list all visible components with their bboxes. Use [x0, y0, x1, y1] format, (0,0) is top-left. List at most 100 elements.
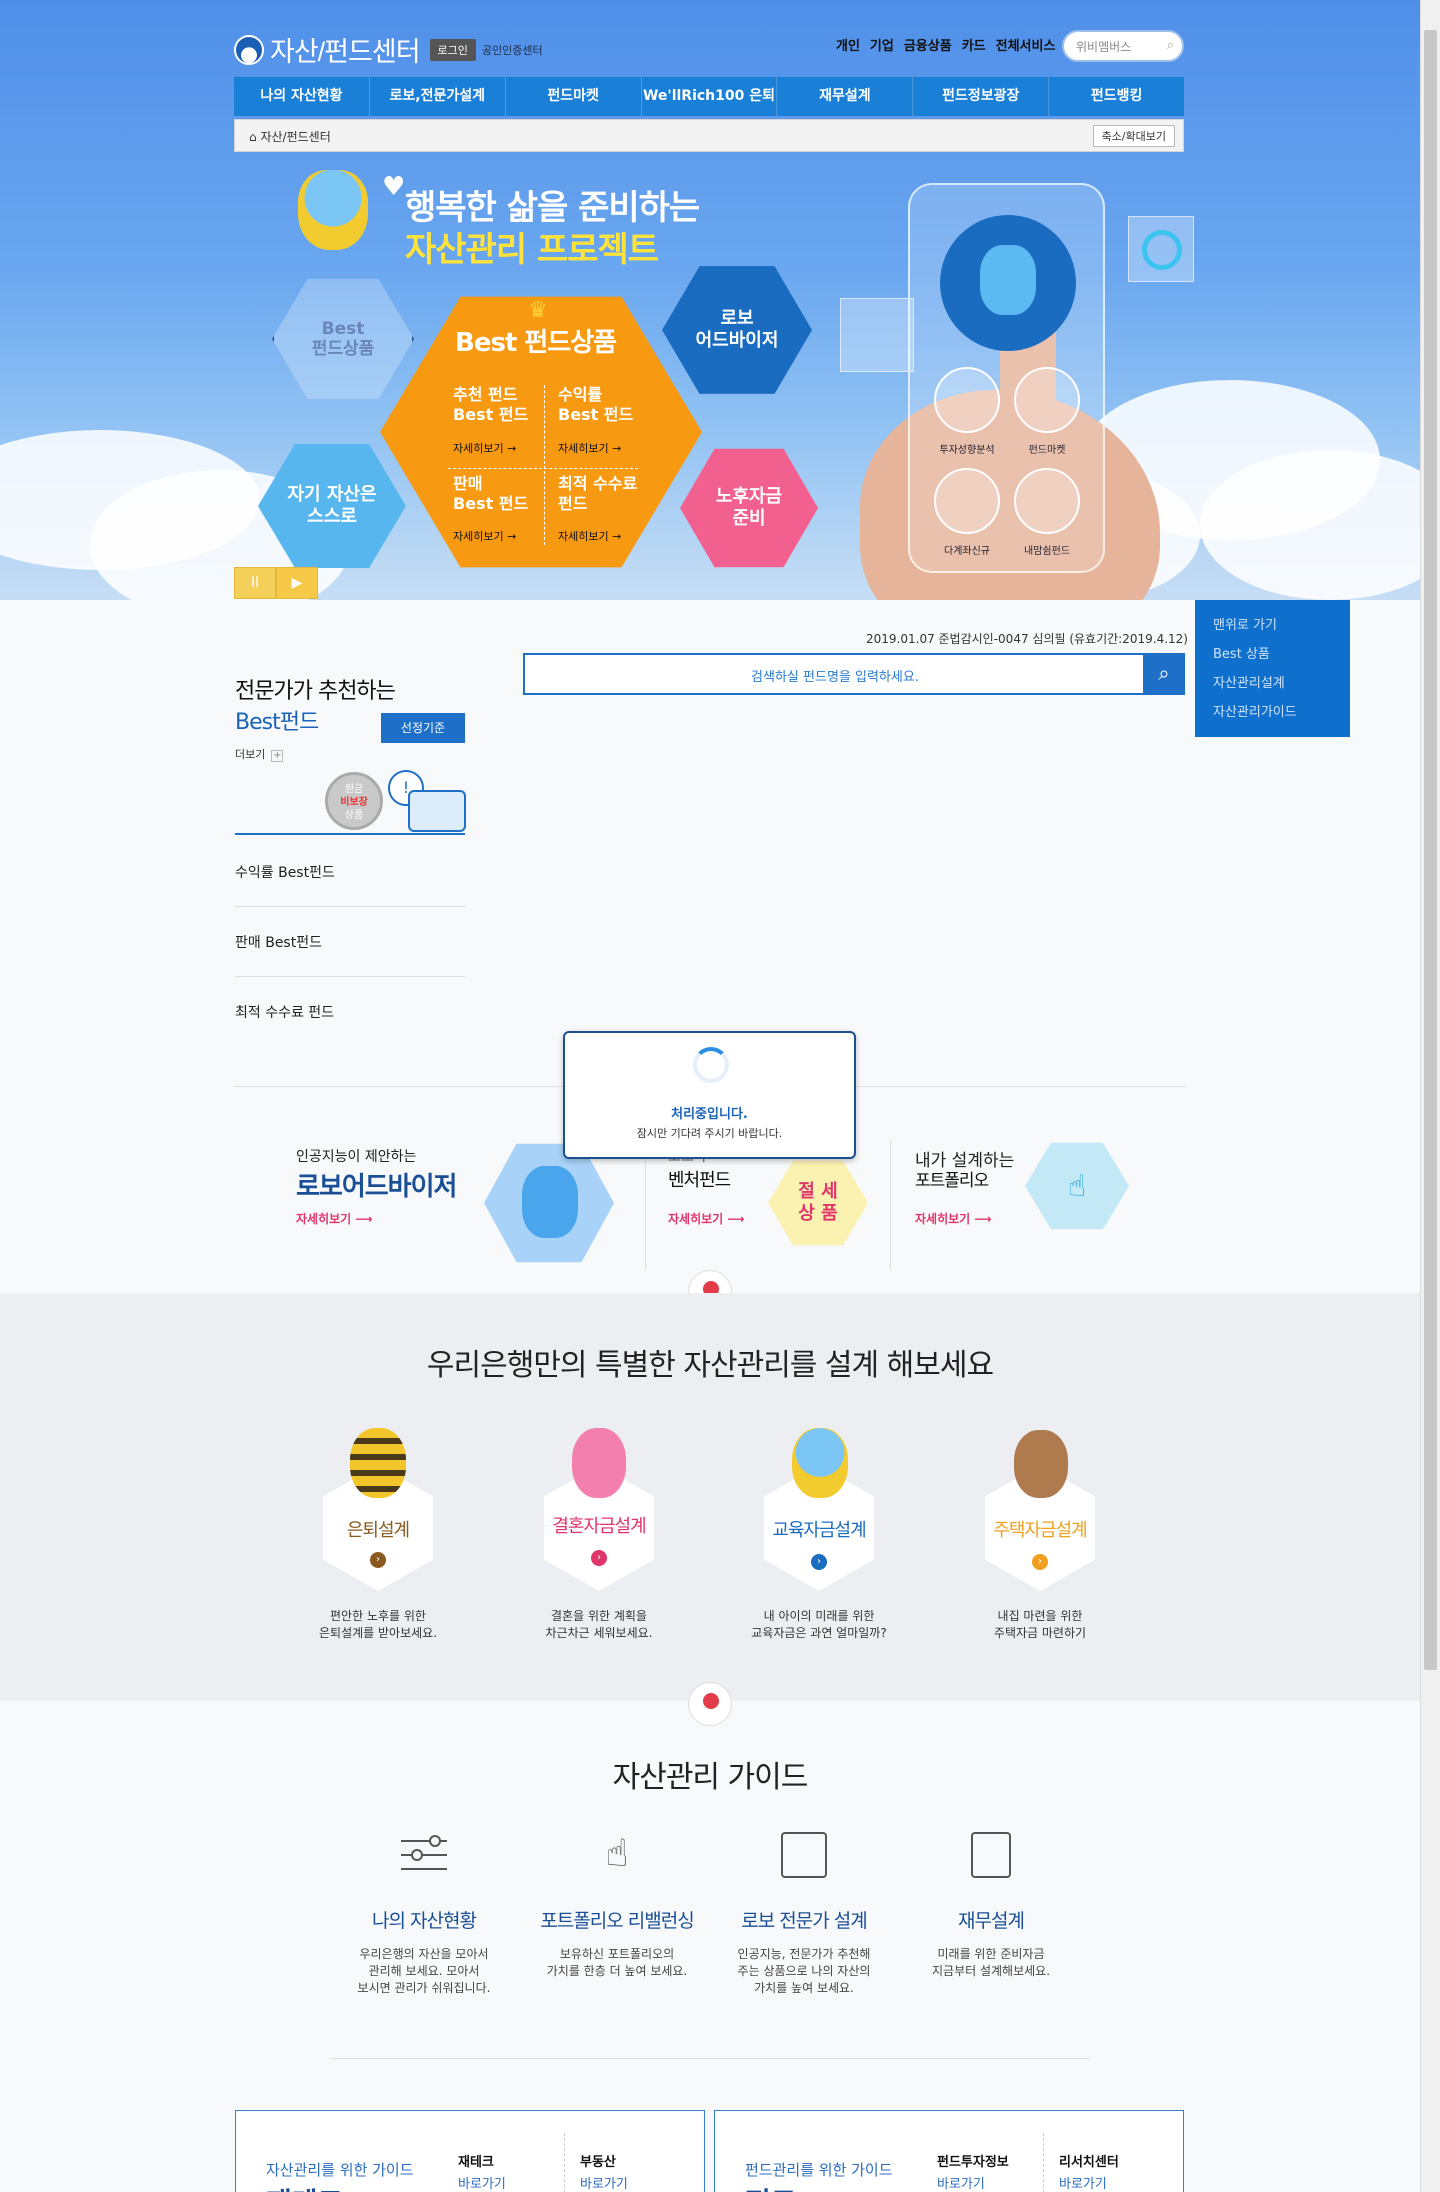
- go-link[interactable]: 바로가기: [580, 2173, 628, 2192]
- quick-best-link[interactable]: Best 상품: [1213, 643, 1350, 662]
- wedding-name[interactable]: 결혼자금설계: [519, 1512, 679, 1538]
- icon-label-multi-account: 다계좌신규: [944, 546, 990, 557]
- more-label: 더보기: [235, 748, 266, 761]
- nav-retirement[interactable]: We'llRich100 은퇴설계: [642, 77, 778, 143]
- best-cell-recommend-title[interactable]: 추천 펀드 Best 펀드: [453, 385, 528, 425]
- arrow-circle-icon[interactable]: ›: [591, 1550, 607, 1566]
- best-cell-return-link[interactable]: 자세히보기 →: [558, 440, 621, 456]
- asset-guide-col-1[interactable]: 재테크 바로가기: [458, 2151, 506, 2192]
- principal-not-guaranteed-badge: 원금 비보장 상품: [325, 772, 383, 830]
- arrow-circle-icon[interactable]: ›: [1032, 1554, 1048, 1570]
- scrollbar-thumb[interactable]: [1424, 30, 1437, 1670]
- strip-venture-link[interactable]: 자세히보기 ⟶: [668, 1210, 745, 1227]
- wedding-desc: 결혼을 위한 계획을 차근차근 세워보세요.: [545, 1609, 653, 1640]
- badge-line-1: 원금: [344, 784, 364, 795]
- home-icon[interactable]: ⌂: [249, 130, 257, 144]
- fund-search-input[interactable]: 검색하실 펀드명을 입력하세요. ⌕: [523, 653, 1185, 695]
- education-desc: 내 아이의 미래를 위한 교육자금은 과연 얼마일까?: [751, 1609, 887, 1640]
- best-cell-return-title[interactable]: 수익률 Best 펀드: [558, 385, 633, 425]
- cert-center-link[interactable]: 공인인증센터: [482, 42, 543, 58]
- search-icon[interactable]: ⌕: [1167, 38, 1174, 53]
- layers-icon[interactable]: [934, 468, 1000, 534]
- login-button[interactable]: 로그인: [429, 38, 476, 61]
- slide-player: II ▶: [234, 567, 318, 599]
- best-cell-fee-link[interactable]: 자세히보기 →: [558, 528, 621, 544]
- pause-icon[interactable]: II: [234, 567, 276, 599]
- top-link-all-services[interactable]: 전체서비스: [996, 35, 1056, 54]
- robot-body: [522, 1166, 578, 1238]
- best-cell-sales-link[interactable]: 자세히보기 →: [453, 528, 516, 544]
- pie-chart-icon[interactable]: [934, 367, 1000, 433]
- zoom-button[interactable]: 축소/확대보기: [1092, 125, 1175, 147]
- arrow-circle-icon[interactable]: ›: [811, 1554, 827, 1570]
- bank-logo-icon: [234, 34, 264, 65]
- guide-financial-design-desc: 미래를 위한 준비자금 지금부터 설계해보세요.: [931, 1947, 1051, 1978]
- best-grid-divider: [544, 385, 545, 545]
- nav-my-assets[interactable]: 나의 자산현황: [234, 77, 370, 116]
- fund-guide-col-2[interactable]: 리서치센터 바로가기: [1059, 2151, 1119, 2192]
- strip-divider: [645, 1140, 646, 1270]
- arrow-right-icon: ⟶: [355, 1212, 373, 1226]
- guide-robo-expert[interactable]: 로보 전문가 설계: [704, 1906, 904, 1933]
- go-link[interactable]: 바로가기: [937, 2173, 1009, 2192]
- piggy-bank-icon[interactable]: [1014, 367, 1080, 433]
- selection-criteria-button[interactable]: 선정기준: [381, 713, 465, 743]
- best-cell-recommend-link[interactable]: 자세히보기 →: [453, 440, 516, 456]
- search-icon[interactable]: ⌕: [1143, 653, 1185, 695]
- top-link-card[interactable]: 카드: [962, 35, 986, 54]
- best-cell-sales-title[interactable]: 판매 Best 펀드: [453, 474, 528, 514]
- guide-my-assets[interactable]: 나의 자산현황: [324, 1906, 524, 1933]
- play-icon[interactable]: ▶: [276, 567, 318, 599]
- category-lowest-fee[interactable]: 최적 수수료 펀드: [235, 1002, 465, 1022]
- nav-fund-info[interactable]: 펀드정보광장: [913, 77, 1050, 116]
- guide-my-assets-desc: 우리은행의 자산을 모아서 관리해 보세요. 모아서 보시면 관리가 쉬워집니다…: [357, 1947, 491, 1995]
- icon-label-fund-market: 펀드마켓: [1028, 445, 1066, 456]
- category-sales-best[interactable]: 판매 Best펀드: [235, 932, 465, 952]
- badge-line-2: 비보장: [340, 797, 368, 808]
- education-name[interactable]: 교육자금설계: [739, 1516, 899, 1542]
- go-link[interactable]: 바로가기: [458, 2173, 506, 2192]
- top-link-products[interactable]: 금융상품: [904, 35, 952, 54]
- hex-best-fund-small[interactable]: Best 펀드상품: [272, 278, 414, 400]
- strip-portfolio-link[interactable]: 자세히보기 ⟶: [915, 1210, 992, 1227]
- nav-fund-market[interactable]: 펀드마켓: [506, 77, 642, 116]
- nav-fund-banking[interactable]: 펀드뱅킹: [1049, 77, 1184, 116]
- best-grid-divider: [448, 468, 638, 469]
- strip-robo-big[interactable]: 로보어드바이저: [296, 1166, 457, 1203]
- site-logo[interactable]: 자산/펀드센터 로그인 공인인증센터: [234, 30, 543, 69]
- category-return-best[interactable]: 수익률 Best펀드: [235, 862, 465, 882]
- retirement-name[interactable]: 은퇴설계: [298, 1516, 458, 1542]
- strip-venture-big[interactable]: 벤처펀드: [668, 1166, 731, 1192]
- quick-top-link[interactable]: 맨위로 가기: [1213, 614, 1350, 633]
- arrow-circle-icon[interactable]: ›: [370, 1552, 386, 1568]
- guide-financial-design[interactable]: 재무설계: [891, 1906, 1091, 1933]
- page-scrollbar[interactable]: [1420, 0, 1440, 2192]
- asset-guide-col-2[interactable]: 부동산 바로가기: [580, 2151, 628, 2192]
- nav-robo-expert[interactable]: 로보,전문가설계: [370, 77, 506, 116]
- quick-design-link[interactable]: 자산관리설계: [1213, 672, 1350, 691]
- category-divider: [235, 976, 465, 977]
- more-link[interactable]: 더보기 +: [235, 746, 284, 762]
- hex-robo-advisor[interactable]: 로보 어드바이저: [662, 266, 812, 394]
- nav-financial-design[interactable]: 재무설계: [777, 77, 914, 116]
- umbrella-icon[interactable]: [1014, 468, 1080, 534]
- top-link-business[interactable]: 기업: [870, 35, 894, 54]
- guide-rebalancing[interactable]: 포트폴리오 리밸런싱: [517, 1906, 717, 1933]
- housing-desc: 내집 마련을 위한 주택자금 마련하기: [993, 1609, 1087, 1640]
- briefcase-icon: [408, 790, 466, 832]
- strip-portfolio-big[interactable]: 포트폴리오: [915, 1166, 989, 1191]
- strip-robo-link[interactable]: 자세히보기 ⟶: [296, 1210, 373, 1227]
- site-name: 자산/펀드센터: [270, 37, 421, 67]
- hex-retirement-fund[interactable]: 노후자금 준비: [680, 448, 818, 568]
- go-link[interactable]: 바로가기: [1059, 2173, 1119, 2192]
- top-link-personal[interactable]: 개인: [836, 35, 860, 54]
- bee-mascot-illustration: [350, 1428, 406, 1498]
- bee-bride-mascot-illustration: [572, 1428, 626, 1498]
- hero-headline-2: 자산관리 프로젝트: [405, 230, 659, 270]
- top-search-input[interactable]: 위비멤버스 ⌕: [1062, 30, 1184, 62]
- best-cell-fee-title[interactable]: 최적 수수료 펀드: [558, 474, 637, 514]
- quick-guide-link[interactable]: 자산관리가이드: [1213, 701, 1350, 720]
- strip-venture-link-label: 자세히보기: [668, 1212, 724, 1226]
- housing-name[interactable]: 주택자금설계: [960, 1516, 1120, 1542]
- fund-guide-col-1[interactable]: 펀드투자정보 바로가기: [937, 2151, 1009, 2192]
